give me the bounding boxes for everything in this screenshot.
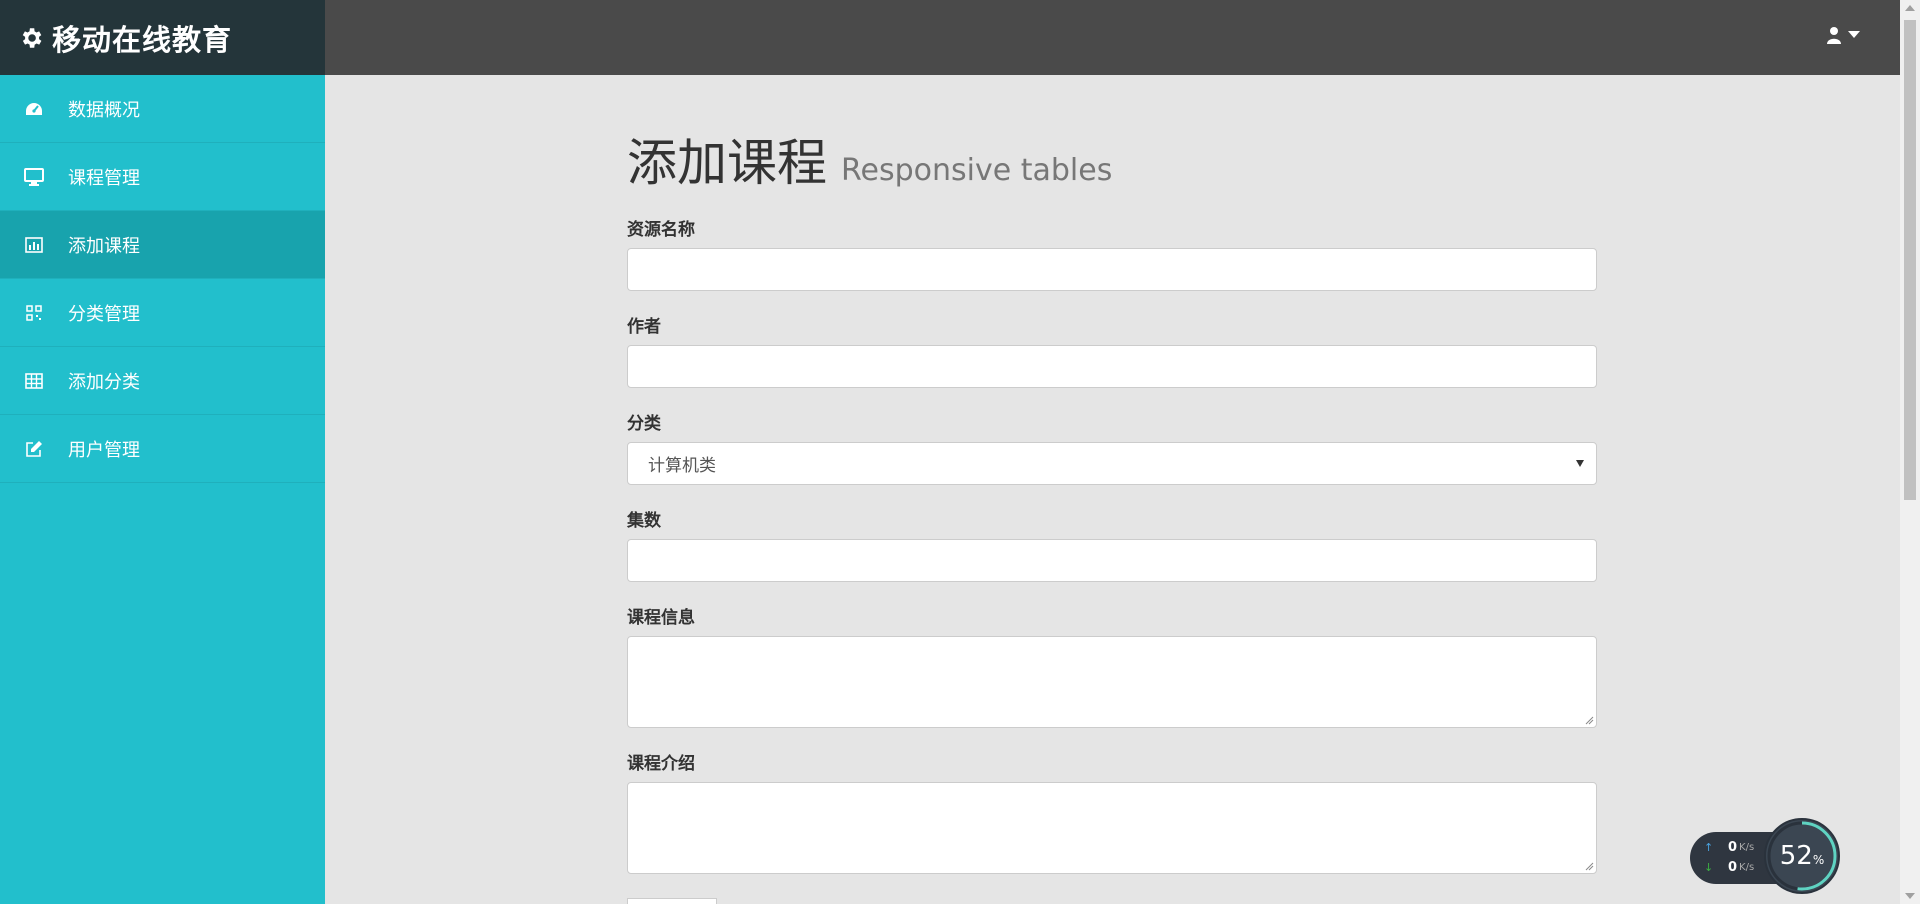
bar-chart-icon xyxy=(22,233,46,257)
resize-grip-icon[interactable] xyxy=(1584,861,1594,871)
category-select[interactable]: 计算机类 xyxy=(627,442,1597,485)
course-intro-textarea[interactable] xyxy=(627,782,1597,874)
page-header: 添加课程 Responsive tables xyxy=(627,123,1597,195)
course-info-label: 课程信息 xyxy=(627,608,695,628)
course-intro-group: 课程介绍 xyxy=(627,749,1597,874)
category-selected-value: 计算机类 xyxy=(648,456,716,476)
arrow-down-icon: ↓ xyxy=(1704,861,1714,874)
episodes-group: 集数 xyxy=(627,506,1597,582)
author-label: 作者 xyxy=(627,317,661,337)
sidebar-item-label: 课程管理 xyxy=(68,167,140,189)
main-content: 添加课程 Responsive tables 资源名称 作者 分类 计算机类 集… xyxy=(627,75,1597,904)
episodes-label: 集数 xyxy=(627,511,661,531)
edit-icon xyxy=(22,437,46,461)
cover-upload-group: 封面上传 xyxy=(627,895,1597,904)
course-intro-label: 课程介绍 xyxy=(627,754,695,774)
cover-upload-label: 封面上传 xyxy=(627,895,1597,904)
scroll-up-icon[interactable] xyxy=(1905,5,1915,11)
resize-grip-icon[interactable] xyxy=(1584,715,1594,725)
resource-name-input[interactable] xyxy=(627,248,1597,291)
page-title: 添加课程 xyxy=(627,134,827,192)
sidebar: 数据概况 课程管理 添加课程 分类管理 添加分类 用户管理 xyxy=(0,75,325,904)
upload-speed: ↑ 0 K/s xyxy=(1704,840,1754,855)
gear-icon xyxy=(22,27,42,48)
page-subtitle: Responsive tables xyxy=(841,153,1113,188)
sidebar-item-course-management[interactable]: 课程管理 xyxy=(0,143,325,211)
sidebar-item-user-management[interactable]: 用户管理 xyxy=(0,415,325,483)
sidebar-item-add-course[interactable]: 添加课程 xyxy=(0,211,325,279)
author-group: 作者 xyxy=(627,312,1597,388)
qrcode-icon xyxy=(22,301,46,325)
author-input[interactable] xyxy=(627,345,1597,388)
arrow-up-icon: ↑ xyxy=(1704,841,1714,854)
sidebar-item-category-management[interactable]: 分类管理 xyxy=(0,279,325,347)
course-info-textarea[interactable] xyxy=(627,636,1597,728)
brand[interactable]: 移动在线教育 xyxy=(0,0,325,75)
upload-speed-unit: K/s xyxy=(1739,842,1755,853)
sidebar-item-dashboard[interactable]: 数据概况 xyxy=(0,75,325,143)
episodes-input[interactable] xyxy=(627,539,1597,582)
gauge-ring-icon xyxy=(1767,821,1837,891)
sidebar-item-label: 添加课程 xyxy=(68,235,140,257)
upload-speed-value: 0 xyxy=(1728,840,1738,855)
category-group: 分类 计算机类 xyxy=(627,409,1597,485)
app-title: 移动在线教育 xyxy=(52,22,233,57)
page-scrollbar[interactable] xyxy=(1900,0,1920,904)
memory-usage-gauge[interactable]: 52 % xyxy=(1764,818,1840,894)
caret-down-icon xyxy=(1576,460,1584,467)
scrollbar-thumb[interactable] xyxy=(1904,20,1916,500)
download-speed-value: 0 xyxy=(1728,860,1738,875)
resource-name-label: 资源名称 xyxy=(627,220,695,240)
course-info-group: 课程信息 xyxy=(627,603,1597,728)
cover-upload-button[interactable] xyxy=(627,898,717,904)
sidebar-item-add-category[interactable]: 添加分类 xyxy=(0,347,325,415)
download-speed: ↓ 0 K/s xyxy=(1704,860,1754,875)
caret-down-icon xyxy=(1848,31,1860,38)
sidebar-item-label: 数据概况 xyxy=(68,99,140,121)
scroll-down-icon[interactable] xyxy=(1905,893,1915,899)
user-menu-toggle[interactable] xyxy=(1826,26,1860,44)
desktop-icon xyxy=(22,165,46,189)
download-speed-unit: K/s xyxy=(1739,862,1755,873)
table-icon xyxy=(22,369,46,393)
category-label: 分类 xyxy=(627,414,661,434)
dashboard-icon xyxy=(22,97,46,121)
resource-name-group: 资源名称 xyxy=(627,215,1597,291)
sidebar-item-label: 用户管理 xyxy=(68,439,140,461)
sidebar-item-label: 添加分类 xyxy=(68,371,140,393)
user-icon xyxy=(1827,27,1841,44)
top-navbar xyxy=(325,0,1900,75)
sidebar-item-label: 分类管理 xyxy=(68,303,140,325)
